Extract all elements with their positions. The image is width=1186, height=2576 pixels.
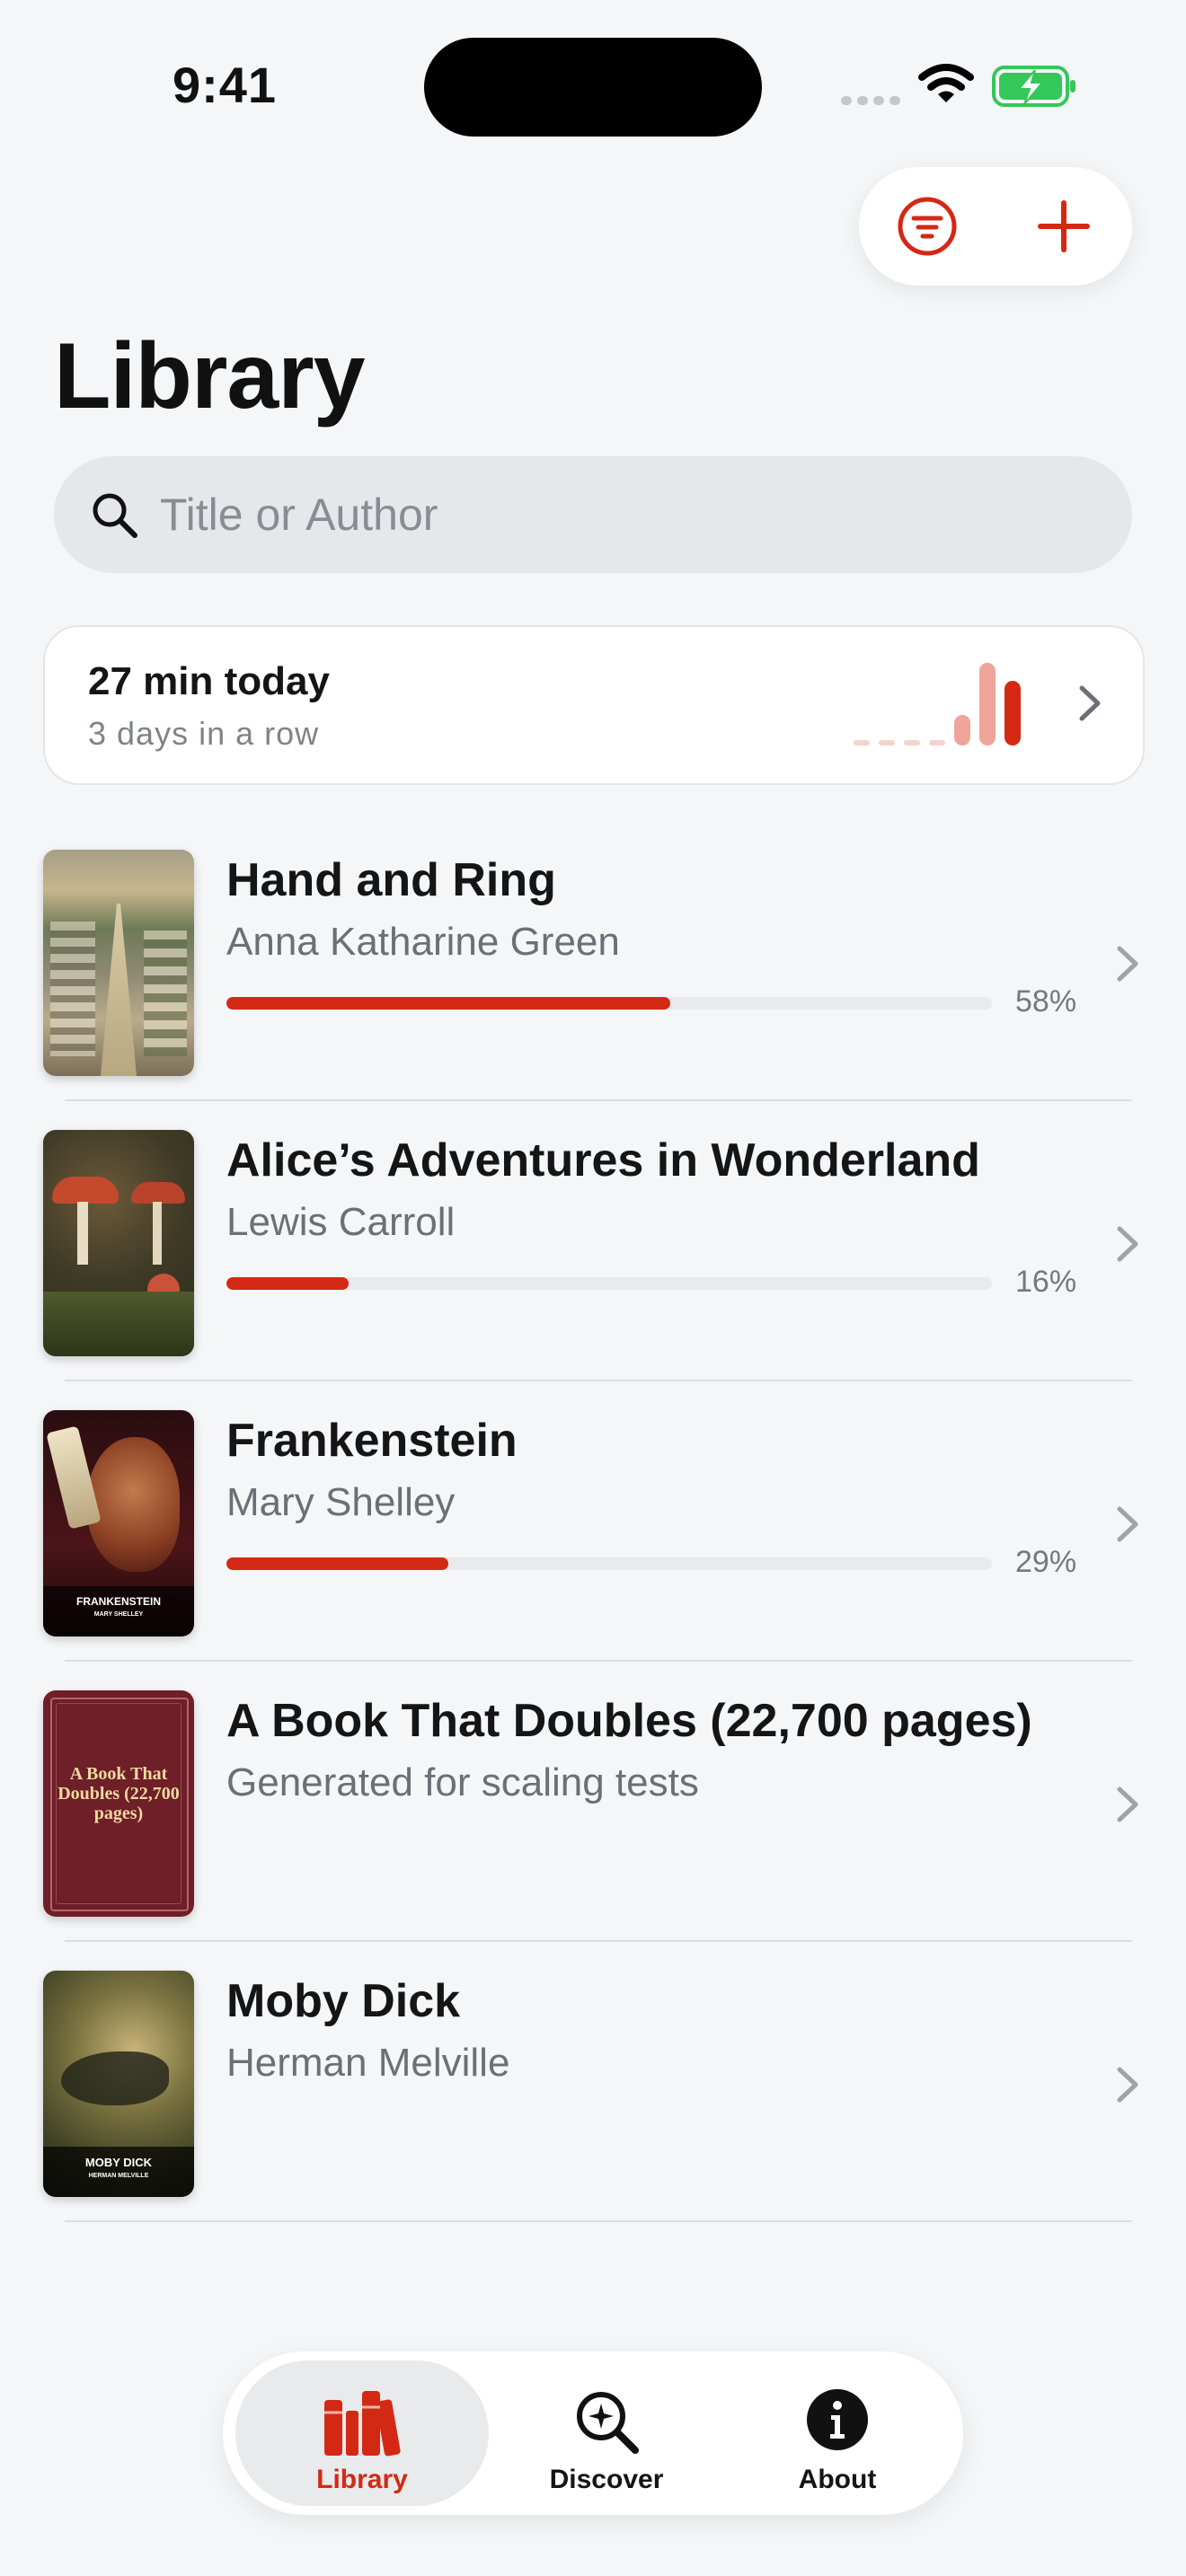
book-title: Frankenstein xyxy=(226,1415,518,1467)
wifi-icon xyxy=(918,64,974,102)
book-row[interactable]: FRANKENSTEIN MARY SHELLEY Frankenstein M… xyxy=(0,1410,1186,1690)
search-input[interactable] xyxy=(160,456,1094,573)
tab-library[interactable]: Library xyxy=(235,2360,489,2506)
search-icon xyxy=(93,493,137,538)
row-divider xyxy=(65,1099,1132,1101)
books-icon xyxy=(324,2391,401,2457)
row-divider xyxy=(65,2220,1132,2222)
chevron-right-icon xyxy=(1079,685,1101,721)
book-row[interactable]: Alice’s Adventures in Wonderland Lewis C… xyxy=(0,1130,1186,1410)
book-title: Alice’s Adventures in Wonderland xyxy=(226,1134,980,1187)
reading-progress-bar xyxy=(226,997,992,1010)
book-cover xyxy=(43,850,194,1076)
book-author: Anna Katharine Green xyxy=(226,920,620,964)
book-row[interactable]: A Book That Doubles (22,700 pages) A Boo… xyxy=(0,1690,1186,1971)
reading-progress-bar xyxy=(226,1557,992,1570)
toolbar-actions xyxy=(859,167,1132,286)
book-author: Herman Melville xyxy=(226,2041,510,2085)
chevron-right-icon xyxy=(1117,2067,1138,2103)
reading-streak: 3 days in a row xyxy=(88,715,320,752)
tab-about[interactable]: About xyxy=(724,2360,951,2506)
row-divider xyxy=(65,1940,1132,1942)
book-row[interactable]: Hand and Ring Anna Katharine Green 58% xyxy=(0,850,1186,1130)
battery-charging-icon xyxy=(992,66,1075,107)
row-divider xyxy=(65,1660,1132,1662)
book-row[interactable]: MOBY DICK HERMAN MELVILLE Moby Dick Herm… xyxy=(0,1971,1186,2251)
tab-label: Discover xyxy=(549,2465,664,2494)
plus-icon xyxy=(1038,200,1090,252)
page-title: Library xyxy=(54,324,366,428)
row-divider xyxy=(65,1380,1132,1381)
tab-bar: Library Discover About xyxy=(223,2351,963,2515)
add-book-button[interactable] xyxy=(996,167,1132,286)
book-title: Moby Dick xyxy=(226,1975,461,2027)
chevron-right-icon xyxy=(1117,1226,1138,1262)
chevron-right-icon xyxy=(1117,1786,1138,1822)
cover-title-text: FRANKENSTEIN xyxy=(75,1595,161,1608)
book-cover: A Book That Doubles (22,700 pages) xyxy=(43,1690,194,1917)
info-icon xyxy=(807,2389,868,2450)
cover-title-text: MOBY DICK xyxy=(84,2156,153,2169)
cover-title-text: A Book That Doubles (22,700 pages) xyxy=(58,1764,180,1823)
tab-label: Library xyxy=(316,2465,408,2494)
book-author: Lewis Carroll xyxy=(226,1200,456,1244)
tab-discover[interactable]: Discover xyxy=(489,2360,724,2506)
book-cover xyxy=(43,1130,194,1356)
reading-progress-percent: 16% xyxy=(1015,1265,1077,1299)
cover-author-text: MARY SHELLEY xyxy=(93,1611,144,1618)
chevron-right-icon xyxy=(1117,1506,1138,1542)
book-author: Mary Shelley xyxy=(226,1480,456,1524)
search-bar[interactable] xyxy=(54,456,1132,573)
book-title: Hand and Ring xyxy=(226,854,556,906)
book-cover: MOBY DICK HERMAN MELVILLE xyxy=(43,1971,194,2197)
filter-button[interactable] xyxy=(859,167,996,286)
book-title: A Book That Doubles (22,700 pages) xyxy=(226,1695,1032,1747)
reading-time-today: 27 min today xyxy=(88,659,330,703)
reading-activity-sparkline xyxy=(854,663,1021,745)
tab-label: About xyxy=(798,2465,877,2494)
chevron-right-icon xyxy=(1117,946,1138,982)
dynamic-island xyxy=(424,38,762,137)
reading-progress-percent: 29% xyxy=(1015,1545,1077,1579)
book-cover: FRANKENSTEIN MARY SHELLEY xyxy=(43,1410,194,1636)
reading-stats-card[interactable]: 27 min today 3 days in a row xyxy=(43,625,1145,785)
cellular-signal-icon xyxy=(841,93,906,110)
book-author: Generated for scaling tests xyxy=(226,1760,699,1804)
filter-icon xyxy=(898,197,957,256)
status-time: 9:41 xyxy=(172,57,278,113)
reading-progress-bar xyxy=(226,1277,992,1290)
cover-author-text: HERMAN MELVILLE xyxy=(88,2173,149,2179)
reading-progress-percent: 58% xyxy=(1015,984,1077,1019)
discover-icon xyxy=(577,2392,639,2454)
